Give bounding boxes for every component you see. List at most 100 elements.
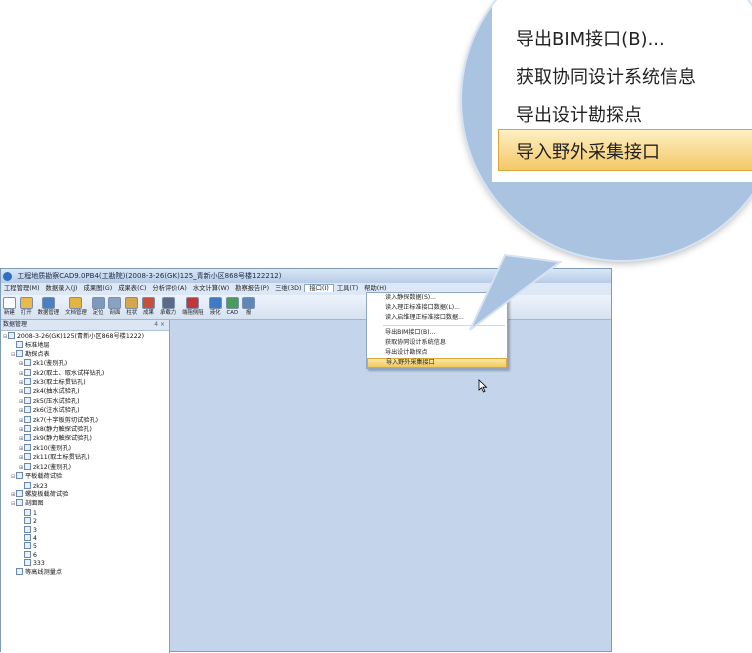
toolbar-button-2[interactable]: 数据管理 — [36, 295, 62, 317]
tree-item[interactable]: 等高线测量点 — [1, 567, 169, 576]
toolbar-button-9[interactable]: 端阻侧阻 — [180, 295, 206, 317]
tree-item-label: 剖面图 — [25, 500, 44, 508]
tree-item[interactable]: ⊞ zk11(取土标贯钻孔) — [1, 453, 169, 462]
toolbar-label: 端阻侧阻 — [182, 310, 204, 316]
tree-item[interactable]: ⊟ 平板载荷试验 — [1, 472, 169, 481]
tree-item-label: 333 — [33, 560, 45, 568]
tree-node-icon — [24, 533, 31, 541]
menu-item-get-collab-info[interactable]: 获取协同设计系统信息 — [367, 338, 507, 348]
tree-item[interactable]: 6 — [1, 550, 169, 559]
toolbar-button-11[interactable]: CAD — [225, 295, 241, 317]
menu-5[interactable]: 水文计算(W) — [190, 285, 232, 292]
tree-item[interactable]: ⊞ zk10(鉴别孔) — [1, 443, 169, 453]
tree-node-icon — [24, 453, 31, 461]
tree-item-label: zk8(静力触探试验孔) — [33, 426, 92, 434]
toolbar-label: 柱状 — [126, 310, 138, 316]
app-window: 工程地质勘察CAD9.0PB4(工勘院)(2008-3-26(GK)125_青新… — [0, 268, 612, 653]
menu-4[interactable]: 分析评价(A) — [149, 285, 189, 292]
menu-2[interactable]: 成果图(G) — [81, 285, 116, 292]
new-file-icon — [2, 297, 16, 309]
tree-item-label: 勘探点表 — [25, 350, 50, 358]
app-icon — [3, 271, 12, 281]
menu-item-import-field-collection[interactable]: 导入野外采集接口 — [367, 358, 507, 368]
project-tree: ⊟ 2008-3-26(GK)125(青新小区868号楼1222) 标准地层 ⊟ 勘探点… — [1, 331, 169, 576]
toolbar-button-10[interactable]: 液化 — [208, 295, 223, 317]
tree-node-icon — [16, 567, 23, 575]
tree-node-icon — [16, 489, 23, 497]
tree-item[interactable]: 标准地层 — [1, 341, 169, 349]
toolbar-button-5[interactable]: 剖面 — [108, 295, 123, 317]
tree-item[interactable]: ⊞ zk6(注水试验孔) — [1, 406, 169, 415]
tree-item[interactable]: ⊞ zk1(鉴别孔) — [1, 359, 169, 368]
toolbar-button-8[interactable]: 承载力 — [158, 295, 178, 317]
tree-item[interactable]: ⊞ zk12(鉴别孔) — [1, 462, 169, 472]
panel-pin-close-icon[interactable]: 4 × — [154, 320, 165, 330]
tree-item[interactable]: ⊞ zk3(取土标贯钻孔) — [1, 378, 169, 387]
tree-item[interactable]: ⊟ 剖面图 — [1, 499, 169, 508]
tree-item[interactable]: 1 — [1, 508, 169, 517]
tree-item[interactable]: 333 — [1, 559, 169, 567]
column-icon — [125, 297, 139, 309]
zoom-menu-item-export-design-points: 导出设计勘探点 — [516, 105, 642, 126]
tree-item-label: 等高线测量点 — [25, 568, 63, 576]
menu-6[interactable]: 勘察报告(P) — [232, 285, 272, 292]
tree-item-label: zk3(取土标贯钻孔) — [33, 379, 86, 387]
menu-8[interactable]: 接口(I) — [304, 284, 334, 292]
tree-item[interactable]: zk23 — [1, 481, 169, 490]
tree-item[interactable]: 3 — [1, 525, 169, 534]
menu-9[interactable]: 工具(T) — [334, 285, 361, 292]
database-icon — [41, 297, 55, 309]
menu-1[interactable]: 数据录入(J) — [43, 285, 81, 292]
tree-item-label: zk6(注水试验孔) — [33, 407, 80, 415]
toolbar-label: 成果 — [143, 310, 154, 316]
menu-item-export-bim[interactable]: 导出BIM接口(B)... — [367, 328, 507, 338]
tree-item[interactable]: 5 — [1, 542, 169, 550]
tree-item[interactable]: ⊞ zk7(十字板剪切试验孔) — [1, 415, 169, 425]
tree-item-label: 平板载荷试验 — [25, 473, 63, 481]
menu-item-read-lizheng-interface[interactable]: 读入理正标准接口数据(L)... — [367, 303, 507, 313]
tree-node-icon — [24, 525, 31, 533]
tree-item[interactable]: ⊞ zk5(压水试验孔) — [1, 396, 169, 406]
tree-item[interactable]: ⊞ zk9(静力触探试验孔) — [1, 434, 169, 443]
tree-node-icon — [24, 508, 31, 516]
zoom-menu-panel: 导出BIM接口(B)... 获取协同设计系统信息 导出设计勘探点 导入野外采集接… — [492, 0, 752, 182]
liquefaction-icon — [208, 297, 222, 309]
toolbar: 新建 打开 数据管理 文档管理 定位 剖面 柱状 成果 承载力 端阻侧阻 液化 CAD 报 — [1, 295, 611, 320]
tree-node-icon — [24, 387, 31, 395]
menu-0[interactable]: 工程管理(M) — [1, 285, 43, 292]
tree-item-label: 3 — [33, 526, 37, 534]
tree-item-label: 5 — [33, 543, 37, 551]
toolbar-button-3[interactable]: 文档管理 — [63, 295, 89, 317]
menu-3[interactable]: 成果表(C) — [115, 285, 149, 292]
menu-item-read-static-probe[interactable]: 读入静探数据(S)... — [367, 293, 507, 303]
toolbar-label: 文档管理 — [65, 310, 87, 316]
tree-item[interactable]: ⊞ 螺旋板载荷试验 — [1, 489, 169, 499]
tree-item[interactable]: ⊞ zk4(抽水试验孔) — [1, 387, 169, 396]
tree-item[interactable]: ⊞ zk2(取土、取水试样钻孔) — [1, 368, 169, 378]
menu-item-read-qiwei-lizheng-interface[interactable]: 读入启维理正标准接口数据... — [367, 313, 507, 323]
menu-10[interactable]: 帮助(H) — [361, 285, 389, 292]
toolbar-label: 液化 — [209, 310, 221, 316]
tree-item[interactable]: ⊞ zk8(静力触探试验孔) — [1, 425, 169, 434]
zoom-menu-item-import-field-collection: 导入野外采集接口 — [516, 142, 660, 163]
tree-item-label: zk12(鉴别孔) — [33, 463, 72, 471]
tree-item[interactable]: ⊟ 2008-3-26(GK)125(青新小区868号楼1222) — [1, 332, 169, 341]
menu-item-export-design-points[interactable]: 导出设计勘探点 — [367, 348, 507, 358]
tree-node-icon — [24, 396, 31, 404]
tree-item[interactable]: 4 — [1, 533, 169, 542]
toolbar-button-12[interactable]: 报 — [242, 295, 256, 317]
tree-item[interactable]: 2 — [1, 517, 169, 525]
toolbar-button-7[interactable]: 成果 — [141, 295, 156, 317]
tree-node-icon — [24, 481, 31, 489]
tree-node-icon — [24, 415, 31, 423]
tree-item[interactable]: ⊟ 勘探点表 — [1, 349, 169, 359]
tree-node-icon — [24, 434, 31, 442]
toolbar-button-6[interactable]: 柱状 — [124, 295, 139, 317]
menu-7[interactable]: 三维(3D) — [272, 285, 304, 292]
toolbar-button-1[interactable]: 打开 — [19, 295, 34, 317]
tree-node-icon — [24, 368, 31, 376]
tree-item-label: zk1(鉴别孔) — [33, 360, 68, 368]
tree-node-icon — [16, 349, 23, 357]
toolbar-button-4[interactable]: 定位 — [91, 295, 106, 317]
toolbar-button-0[interactable]: 新建 — [2, 295, 17, 317]
